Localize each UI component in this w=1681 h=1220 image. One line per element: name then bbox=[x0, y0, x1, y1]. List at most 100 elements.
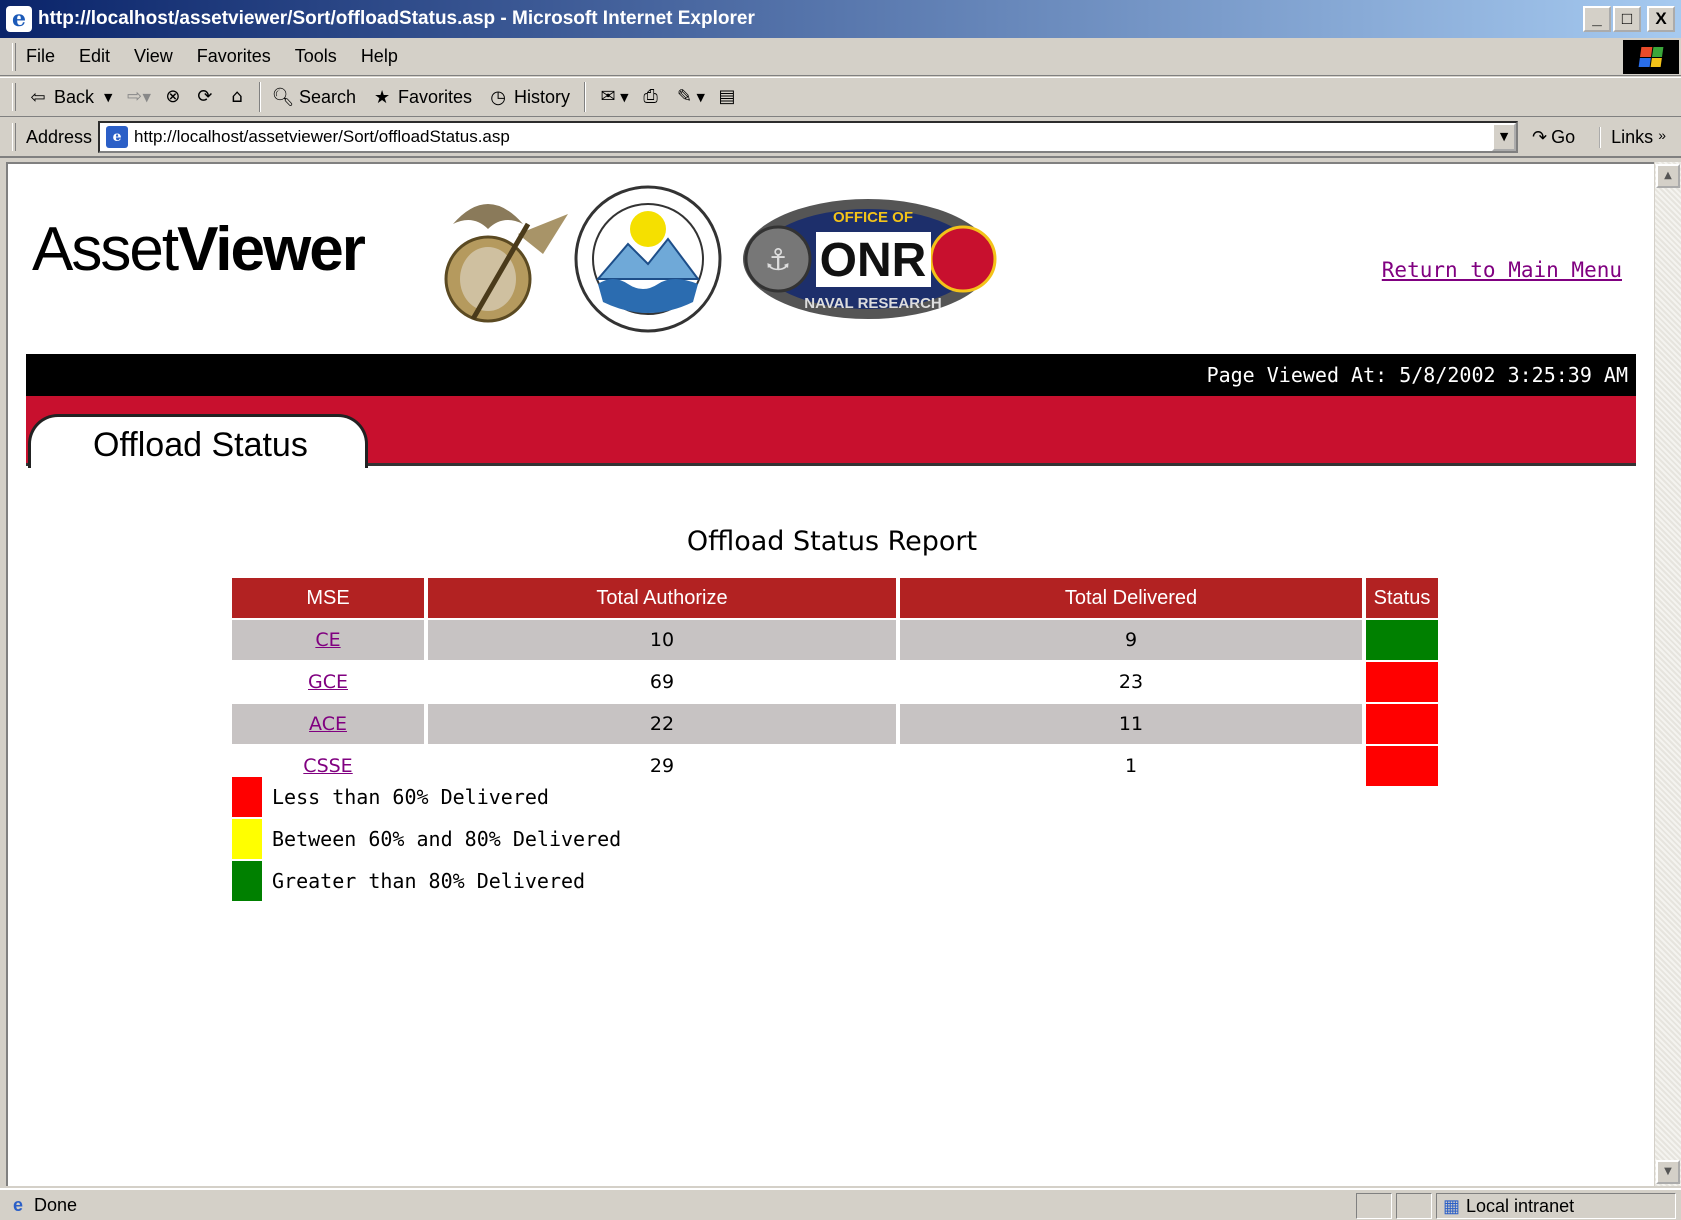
mail-dropdown-icon[interactable]: ▼ bbox=[620, 91, 628, 104]
toolbar-separator bbox=[258, 82, 261, 112]
maximize-button[interactable]: □ bbox=[1613, 6, 1641, 32]
go-arrow-icon: ↷ bbox=[1532, 126, 1548, 147]
standard-toolbar: ⇦ Back ▼ ⇨ ▼ ⊗ ⟳ ⌂ 🔍︎ Search ★ Favorites… bbox=[0, 77, 1681, 117]
mse-link[interactable]: ACE bbox=[309, 713, 347, 735]
address-url[interactable]: http://localhost/assetviewer/Sort/offloa… bbox=[134, 127, 510, 147]
back-label: Back bbox=[54, 86, 95, 107]
mail-icon[interactable]: ✉ bbox=[596, 85, 620, 109]
status-indicator bbox=[1366, 702, 1438, 744]
scroll-up-icon[interactable]: ▲ bbox=[1656, 164, 1680, 188]
status-indicator bbox=[1366, 744, 1438, 786]
logo-bold-text: Viewer bbox=[177, 215, 366, 284]
window-title: http://localhost/assetviewer/Sort/offloa… bbox=[38, 8, 755, 29]
favorites-button[interactable]: ★ Favorites bbox=[370, 85, 472, 109]
legend-label: Less than 60% Delivered bbox=[272, 785, 549, 809]
links-label: Links bbox=[1611, 126, 1654, 147]
mse-link[interactable]: CE bbox=[315, 629, 340, 651]
print-icon[interactable]: ⎙ bbox=[639, 85, 663, 109]
status-text: Done bbox=[34, 1194, 78, 1215]
onr-big-text: ONR bbox=[820, 234, 927, 287]
onr-top-text: OFFICE OF bbox=[833, 209, 913, 226]
header-mse: MSE bbox=[232, 578, 424, 618]
address-input[interactable]: e http://localhost/assetviewer/Sort/offl… bbox=[98, 121, 1519, 153]
return-to-main-menu-link[interactable]: Return to Main Menu bbox=[1382, 258, 1622, 282]
table-row: ACE 22 11 bbox=[232, 702, 1438, 744]
delivered-cell: 23 bbox=[900, 660, 1362, 702]
onr-bottom-text: NAVAL RESEARCH bbox=[804, 295, 942, 312]
legend-swatch bbox=[232, 819, 262, 859]
forward-dropdown-icon[interactable]: ▼ bbox=[143, 91, 151, 104]
menu-file[interactable]: File bbox=[26, 46, 55, 67]
menu-grip[interactable] bbox=[12, 42, 16, 71]
home-icon[interactable]: ⌂ bbox=[225, 85, 249, 109]
mse-link[interactable]: CSSE bbox=[303, 755, 352, 777]
history-icon: ◷ bbox=[490, 87, 506, 107]
offload-status-table: MSE Total Authorize Total Delivered Stat… bbox=[228, 578, 1442, 786]
page-viewed-at: Page Viewed At: 5/8/2002 3:25:39 AM bbox=[26, 354, 1636, 396]
links-button[interactable]: Links » bbox=[1599, 126, 1666, 148]
onr-emblem-icon: ⚓ ONR OFFICE OF NAVAL RESEARCH bbox=[743, 199, 997, 319]
legend-item: Greater than 80% Delivered bbox=[232, 860, 621, 902]
chevron-right-icon: » bbox=[1658, 126, 1666, 143]
address-label: Address bbox=[26, 126, 93, 147]
menu-bar: File Edit View Favorites Tools Help bbox=[0, 38, 1681, 76]
back-button[interactable]: ⇦ Back bbox=[26, 85, 94, 109]
header-total-authorize: Total Authorize bbox=[428, 578, 896, 618]
go-button[interactable]: ↷ Go bbox=[1532, 127, 1575, 148]
history-label: History bbox=[514, 86, 571, 107]
mse-cell: ACE bbox=[232, 702, 424, 744]
discuss-icon[interactable]: ▤ bbox=[715, 85, 739, 109]
search-button[interactable]: 🔍︎ Search bbox=[271, 85, 356, 109]
favorites-label: Favorites bbox=[398, 86, 473, 107]
menu-favorites[interactable]: Favorites bbox=[197, 46, 271, 67]
authorized-cell: 69 bbox=[428, 660, 896, 702]
menu-help[interactable]: Help bbox=[361, 46, 398, 67]
intranet-icon: ▦ bbox=[1443, 1195, 1461, 1216]
toolbar-grip[interactable] bbox=[12, 83, 16, 111]
edit-dropdown-icon[interactable]: ▼ bbox=[697, 91, 705, 104]
back-arrow-icon: ⇦ bbox=[30, 87, 46, 107]
status-pane bbox=[1356, 1193, 1392, 1219]
go-label: Go bbox=[1551, 126, 1576, 147]
table-row: GCE 69 23 bbox=[232, 660, 1438, 702]
window-title-bar: e http://localhost/assetviewer/Sort/offl… bbox=[0, 0, 1681, 38]
vertical-scrollbar[interactable]: ▲ ▼ bbox=[1654, 162, 1681, 1186]
legend-item: Between 60% and 80% Delivered bbox=[232, 818, 621, 860]
stop-icon[interactable]: ⊗ bbox=[161, 85, 185, 109]
back-dropdown-icon[interactable]: ▼ bbox=[104, 91, 112, 104]
close-button[interactable]: X bbox=[1647, 6, 1675, 32]
table-row: CE 10 9 bbox=[232, 618, 1438, 660]
legend-item: Less than 60% Delivered bbox=[232, 776, 621, 818]
window-controls: _ □ X bbox=[1583, 6, 1675, 32]
page-icon: e bbox=[106, 126, 129, 148]
address-grip[interactable] bbox=[12, 123, 16, 151]
report-title: Offload Status Report bbox=[686, 526, 978, 557]
status-legend: Less than 60% Delivered Between 60% and 8… bbox=[232, 776, 621, 902]
page-done-icon: e bbox=[12, 1195, 23, 1215]
status-pane bbox=[1396, 1193, 1432, 1219]
refresh-icon[interactable]: ⟳ bbox=[193, 85, 217, 109]
menu-tools[interactable]: Tools bbox=[295, 46, 337, 67]
menu-view[interactable]: View bbox=[134, 46, 173, 67]
address-dropdown-icon[interactable]: ▼ bbox=[1492, 123, 1517, 151]
status-indicator bbox=[1366, 618, 1438, 660]
delivered-cell: 9 bbox=[900, 618, 1362, 660]
menu-edit[interactable]: Edit bbox=[79, 46, 110, 67]
header-status: Status bbox=[1366, 578, 1438, 618]
status-bar: e Done ▦ Local intranet bbox=[0, 1188, 1681, 1220]
mse-cell: CE bbox=[232, 618, 424, 660]
usmc-emblem-icon bbox=[444, 204, 568, 323]
favorites-icon: ★ bbox=[373, 87, 391, 107]
edit-icon[interactable]: ✎ bbox=[673, 85, 697, 109]
minimize-button[interactable]: _ bbox=[1583, 6, 1611, 32]
scroll-down-icon[interactable]: ▼ bbox=[1656, 1160, 1680, 1184]
history-button[interactable]: ◷ History bbox=[486, 85, 570, 109]
delivered-cell: 1 bbox=[900, 744, 1362, 786]
mse-link[interactable]: GCE bbox=[308, 671, 348, 693]
legend-swatch bbox=[232, 861, 262, 901]
windows-throbber-icon bbox=[1623, 40, 1679, 74]
search-label: Search bbox=[298, 86, 357, 107]
logo-light-text: Asset bbox=[32, 215, 179, 284]
assetviewer-logo: AssetViewer bbox=[32, 214, 366, 285]
header-total-delivered: Total Delivered bbox=[900, 578, 1362, 618]
